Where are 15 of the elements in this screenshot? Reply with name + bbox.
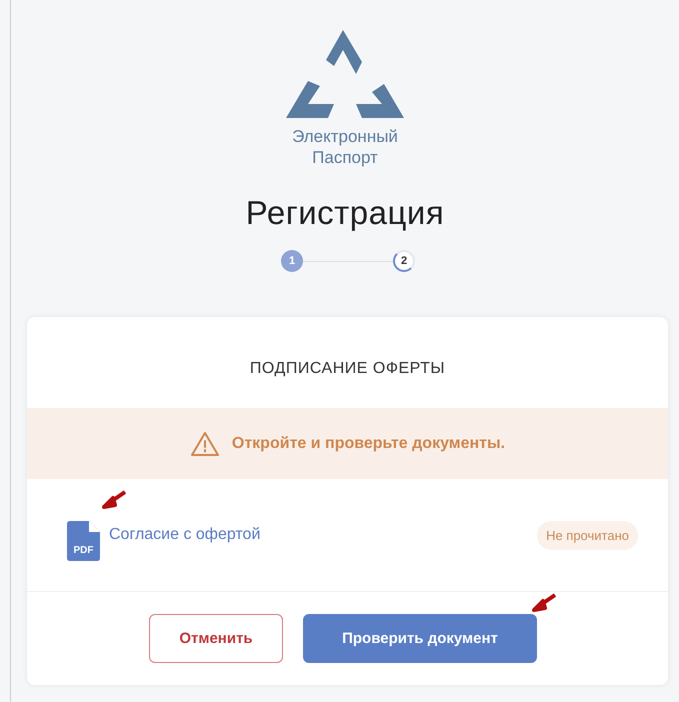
step-indicator: 1: [281, 250, 303, 272]
check-document-button[interactable]: Проверить документ: [303, 614, 537, 663]
card-heading: ПОДПИСАНИЕ ОФЕРТЫ: [248, 359, 446, 379]
page-title: Регистрация: [244, 194, 446, 232]
pdf-file-icon: PDF: [67, 521, 100, 561]
step-indicator: 2: [393, 250, 415, 272]
annotation-arrow: [101, 490, 127, 510]
document-link[interactable]: Согласие с офертой: [109, 526, 538, 544]
warning-icon: [190, 430, 220, 456]
status-badge: Не прочитано: [537, 520, 638, 550]
logo-text: Электронный Паспорт: [292, 126, 398, 168]
logo-icon: [286, 30, 404, 118]
cancel-button[interactable]: Отменить: [149, 614, 283, 663]
warning-text: Откройте и проверьте документы.: [232, 434, 506, 452]
annotation-arrow: [531, 593, 557, 613]
